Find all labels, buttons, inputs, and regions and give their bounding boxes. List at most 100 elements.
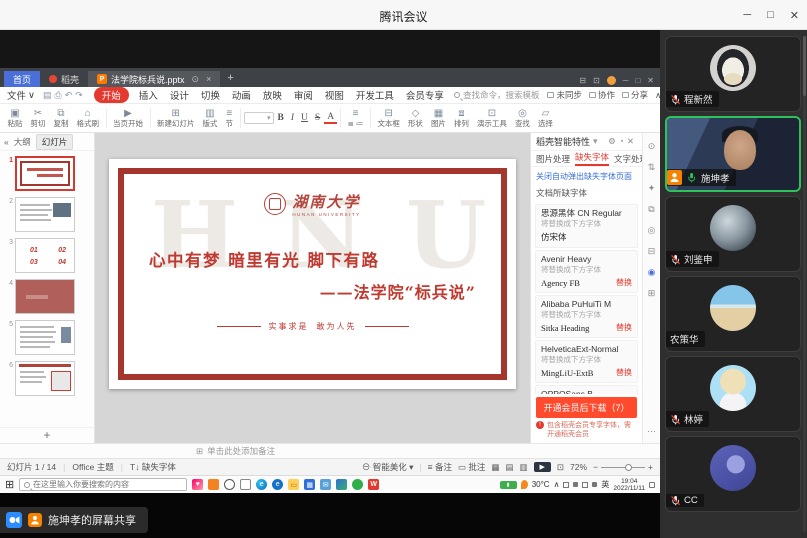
- font-color-button[interactable]: A: [324, 112, 337, 124]
- bold-button[interactable]: B: [275, 113, 287, 123]
- slide-thumb-1[interactable]: 1: [2, 156, 92, 191]
- close-button[interactable]: ✕: [790, 9, 799, 22]
- italic-button[interactable]: I: [288, 113, 297, 123]
- picture-button[interactable]: ▦图片: [427, 108, 449, 128]
- textbox-button[interactable]: ⊟文本框: [374, 108, 404, 128]
- menu-item-design[interactable]: 设计: [168, 87, 191, 103]
- slide-thumb-3[interactable]: 3 01 02 03 04: [2, 238, 92, 273]
- photos-icon[interactable]: [336, 479, 347, 490]
- section-button[interactable]: ≡节: [222, 108, 237, 128]
- replace-link[interactable]: 替换: [616, 322, 632, 333]
- tray-orange-icon[interactable]: [521, 480, 528, 489]
- present-tools-button[interactable]: ⊡演示工具: [473, 108, 510, 128]
- format-painter-button[interactable]: ⌂格式刷: [73, 108, 103, 128]
- tab-home[interactable]: 首页: [4, 71, 40, 87]
- minimize-button[interactable]: ─: [743, 9, 751, 21]
- menu-item-member[interactable]: 会员专享: [404, 87, 446, 103]
- font-size-select[interactable]: ▾: [244, 112, 274, 124]
- tab-missing-fonts[interactable]: 缺失字体: [575, 151, 609, 166]
- rail-icon-help[interactable]: ◎: [648, 225, 656, 236]
- wps-restore-icon[interactable]: □: [635, 76, 640, 85]
- rail-icon-book[interactable]: ⊞: [648, 288, 656, 299]
- menu-file[interactable]: 文件∨: [7, 88, 35, 102]
- ie-icon[interactable]: e: [272, 479, 283, 490]
- tray-icon-4[interactable]: [592, 482, 597, 487]
- tray-icon-2[interactable]: [573, 482, 578, 487]
- tab-text-processing[interactable]: 文字处理: [614, 153, 642, 165]
- new-tab-button[interactable]: +: [227, 72, 233, 84]
- tab-outline[interactable]: 大纲: [14, 136, 31, 148]
- quick-access-icons[interactable]: ▤⎙↶↷: [43, 90, 86, 101]
- windows-search-input[interactable]: [33, 480, 182, 489]
- rail-icon-more[interactable]: ⋯: [647, 426, 656, 437]
- underline-button[interactable]: U: [298, 113, 311, 123]
- rail-icon-skin[interactable]: ⊙: [648, 141, 656, 152]
- menu-item-insert[interactable]: 插入: [137, 87, 160, 103]
- notes-bar[interactable]: ⊞ 单击此处添加备注: [0, 443, 660, 458]
- layout-button[interactable]: ▥版式: [199, 108, 221, 128]
- menu-item-transition[interactable]: 切换: [199, 87, 222, 103]
- menu-item-devtools[interactable]: 开发工具: [354, 87, 396, 103]
- tab-document[interactable]: P 法学院标兵说.pptx ⊙ ×: [88, 71, 220, 87]
- wps-misc-icon[interactable]: ⊟: [579, 76, 586, 85]
- screen-share-banner[interactable]: 施坤孝的屏幕共享: [0, 507, 148, 533]
- slide-1[interactable]: HNU 湖南大学 HUNAN UNIVERSITY 心中有梦 暗里有光 脚下有路…: [109, 159, 516, 389]
- pinned-app2-icon[interactable]: [208, 479, 219, 490]
- rail-icon-cloud[interactable]: ⊟: [648, 246, 656, 257]
- copy-button[interactable]: ⧉复制: [50, 108, 72, 128]
- task-view-icon[interactable]: ▭: [240, 479, 251, 490]
- cut-button[interactable]: ✂剪切: [27, 108, 49, 128]
- tray-expand-icon[interactable]: ∧: [554, 480, 560, 489]
- view-normal-icon[interactable]: ▦: [491, 462, 499, 473]
- notification-center-icon[interactable]: [649, 482, 655, 488]
- input-language[interactable]: 英: [601, 479, 609, 490]
- slide-thumb-2[interactable]: 2: [2, 197, 92, 232]
- mail-icon[interactable]: ✉: [320, 479, 331, 490]
- notes-toggle[interactable]: ≡ 备注: [428, 461, 452, 473]
- zoom-level[interactable]: 72%: [570, 462, 587, 472]
- rail-icon-copy[interactable]: ⧉: [648, 204, 654, 215]
- tab-image-processing[interactable]: 图片处理: [536, 153, 570, 165]
- wps-icon[interactable]: W: [368, 479, 379, 490]
- file-explorer-icon[interactable]: ▭: [288, 479, 299, 490]
- select-button[interactable]: ▱选择: [534, 108, 556, 128]
- green-app-icon[interactable]: [352, 479, 363, 490]
- disable-popup-link[interactable]: 关闭自动弹出缺失字体页面: [531, 167, 642, 184]
- slide-thumb-5[interactable]: 5: [2, 320, 92, 355]
- bell-icon[interactable]: ◔: [619, 136, 627, 146]
- taskbar-clock[interactable]: 19:04 2022/11/11: [613, 478, 645, 492]
- command-search[interactable]: 查找命令，搜索模板: [454, 89, 540, 101]
- align-icons[interactable]: ≡≣ ≔: [344, 108, 367, 128]
- slide-canvas[interactable]: HNU 湖南大学 HUNAN UNIVERSITY 心中有梦 暗里有光 脚下有路…: [95, 133, 530, 443]
- strikethrough-button[interactable]: S: [312, 113, 323, 123]
- replace-link[interactable]: 替换: [616, 367, 632, 378]
- participant-tile-cc[interactable]: CC: [665, 436, 801, 512]
- slideshow-play-button[interactable]: ▶: [534, 462, 551, 472]
- panel-close-icon[interactable]: ✕: [627, 136, 637, 146]
- participant-tile-liujianshen[interactable]: 刘鉴申: [665, 196, 801, 272]
- collab-button[interactable]: 协作: [589, 89, 615, 101]
- tray-icon-1[interactable]: [563, 482, 569, 488]
- slide-thumb-6[interactable]: 6: [2, 361, 92, 396]
- wps-account-avatar[interactable]: [607, 76, 616, 85]
- wps-misc-icon2[interactable]: ⊡: [593, 76, 600, 85]
- panel-collapse-icon[interactable]: «: [4, 137, 9, 147]
- tray-icon-3[interactable]: [582, 482, 588, 488]
- participant-tile-linting[interactable]: 林婷: [665, 356, 801, 432]
- paste-button[interactable]: ▣粘贴: [4, 108, 26, 128]
- beautify-button[interactable]: ⊖ 智能美化 ▾: [362, 461, 414, 473]
- rail-icon-active[interactable]: ◉: [648, 267, 656, 278]
- fit-window-icon[interactable]: ⊡: [557, 462, 564, 473]
- battery-indicator[interactable]: ▮: [500, 481, 517, 489]
- pinned-app-icon[interactable]: ♥: [192, 479, 203, 490]
- tab-slides[interactable]: 幻灯片: [36, 134, 74, 150]
- maximize-button[interactable]: □: [767, 9, 774, 21]
- comments-toggle[interactable]: ▭ 批注: [458, 461, 485, 473]
- menu-item-view[interactable]: 视图: [323, 87, 346, 103]
- theme-name[interactable]: Office 主题: [72, 461, 113, 473]
- wps-minimize-icon[interactable]: ─: [623, 76, 629, 85]
- replace-link[interactable]: 替换: [616, 277, 632, 288]
- tab-close-icon[interactable]: ×: [206, 74, 211, 84]
- view-sorter-icon[interactable]: ▤: [505, 462, 513, 473]
- edge-icon[interactable]: e: [256, 479, 267, 490]
